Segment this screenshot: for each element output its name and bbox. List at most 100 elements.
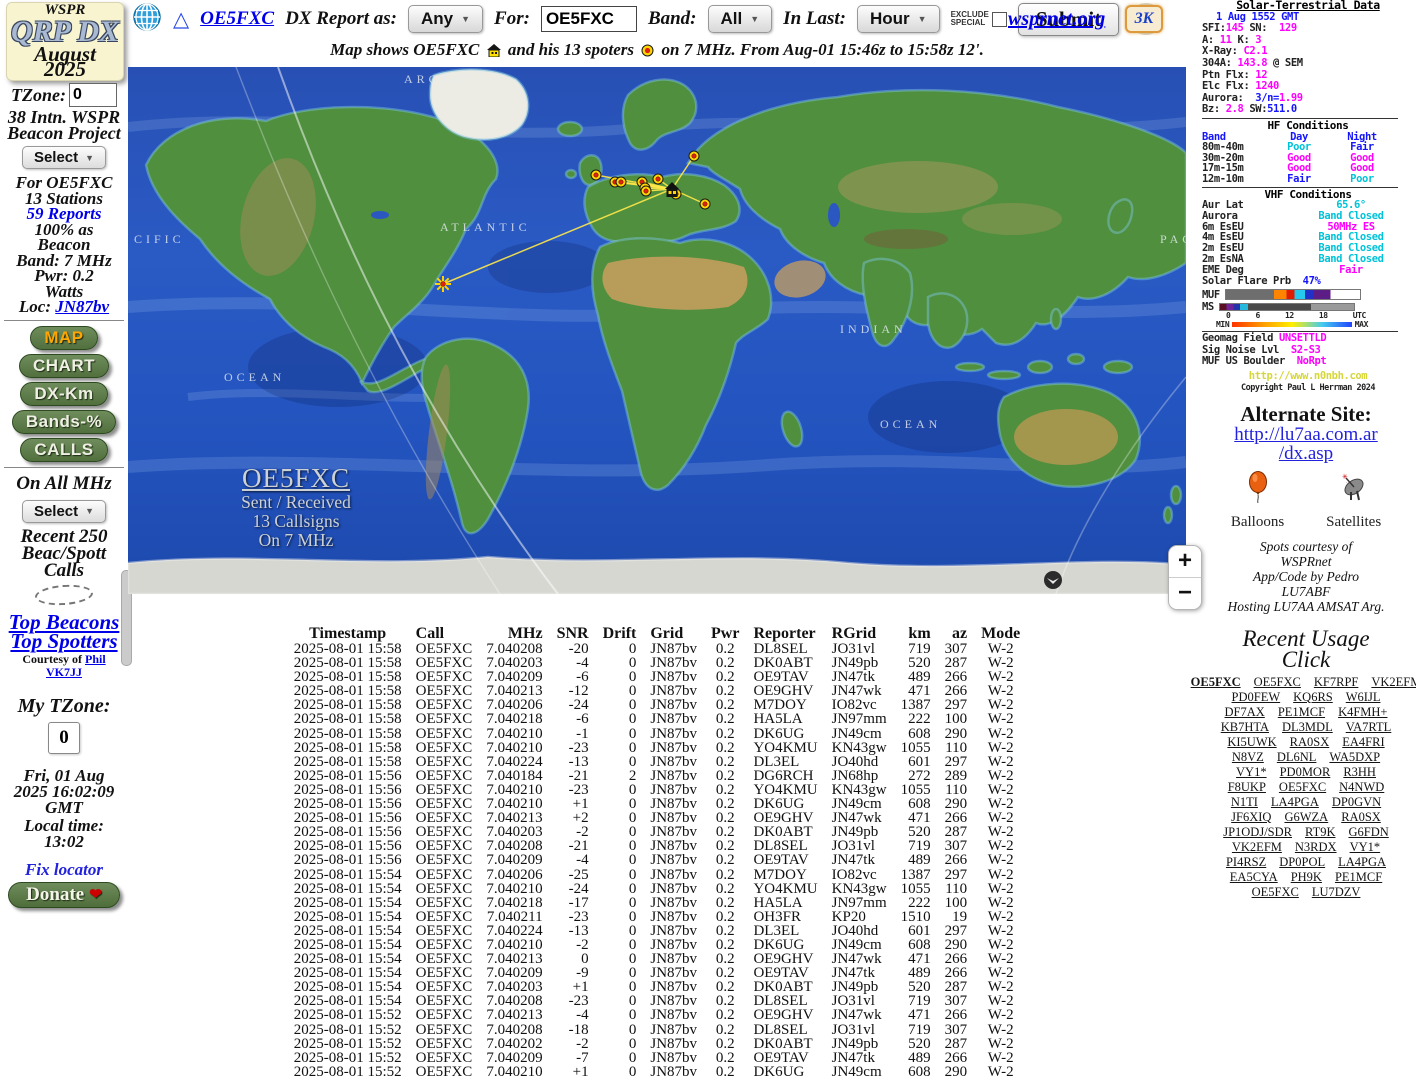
- balloon-icon[interactable]: [1247, 471, 1269, 508]
- map-zoom-control: + −: [1168, 545, 1202, 610]
- all-mhz-select-label: Select: [34, 503, 78, 520]
- recent-usage-link[interactable]: JF6XIQ: [1231, 810, 1271, 825]
- zoom-in-button[interactable]: +: [1169, 546, 1201, 578]
- recent-usage-link[interactable]: PI4RSZ: [1226, 855, 1266, 870]
- recent-usage-link[interactable]: N1TI: [1231, 795, 1258, 810]
- n0nbh-link[interactable]: http://www.n0nbh.com: [1202, 371, 1414, 383]
- spot-row: 2025-08-01 15:56OE5FXC7.040213+20JN87bv0…: [287, 811, 1028, 825]
- band-select-top[interactable]: All ▼: [708, 5, 773, 33]
- recent-usage-link[interactable]: DL3MDL: [1282, 720, 1333, 735]
- recent-usage-link[interactable]: G6WZA: [1284, 810, 1328, 825]
- spotter-marker[interactable]: [641, 186, 651, 196]
- recent-usage-link[interactable]: KF7RPF: [1314, 675, 1358, 690]
- world-map[interactable]: ARCTICATLANTICCIFICOCEANINDIANOCEANPAC O…: [128, 67, 1186, 594]
- ocean-label: INDIAN: [840, 322, 907, 336]
- spot-row: 2025-08-01 15:56OE5FXC7.040209-40JN87bv0…: [287, 853, 1028, 867]
- recent-usage-link[interactable]: KQ6RS: [1293, 690, 1333, 705]
- satellite-dish-icon[interactable]: ✳ ·: [1341, 473, 1367, 508]
- recent-line: Beac/Spott: [0, 545, 128, 562]
- sidebar-button-chart[interactable]: CHART: [19, 354, 109, 378]
- fix-locator-link[interactable]: Fix locator: [0, 860, 128, 880]
- recent-usage-link[interactable]: PD0FEW: [1232, 690, 1281, 705]
- indochina: [928, 293, 967, 347]
- recent-usage-link[interactable]: LA4PGA: [1271, 795, 1319, 810]
- recent-usage-link[interactable]: DL6NL: [1277, 750, 1317, 765]
- recent-usage-link[interactable]: RA0SX: [1341, 810, 1381, 825]
- recent-usage-link[interactable]: OE5FXC: [1252, 885, 1299, 900]
- zoom-out-button[interactable]: −: [1169, 578, 1201, 609]
- recent-usage-link[interactable]: DP0GVN: [1332, 795, 1381, 810]
- spot-row: 2025-08-01 15:54OE5FXC7.040210-240JN87bv…: [287, 882, 1028, 896]
- recent-usage-link[interactable]: K4FMH+: [1338, 705, 1387, 720]
- sidebar-button-map[interactable]: MAP: [30, 326, 97, 350]
- recent-usage-link[interactable]: W6IJL: [1346, 690, 1381, 705]
- recent-usage-link[interactable]: LA4PGA: [1338, 855, 1386, 870]
- tzone-input[interactable]: [69, 83, 117, 107]
- recent-usage-link[interactable]: R3HH: [1343, 765, 1376, 780]
- spotter-marker[interactable]: [616, 177, 626, 187]
- phil-link[interactable]: Phil: [85, 652, 106, 666]
- in-last-value: Hour: [870, 9, 910, 29]
- recent-usage-link[interactable]: VY1*: [1236, 765, 1267, 780]
- recent-usage-link[interactable]: KB7HTA: [1221, 720, 1269, 735]
- recent-usage-link[interactable]: PH9K: [1291, 870, 1322, 885]
- recent-usage-link[interactable]: N4NWD: [1339, 780, 1384, 795]
- recent-usage-link[interactable]: G6FDN: [1348, 825, 1388, 840]
- callsign-input[interactable]: [541, 6, 637, 32]
- recent-usage-link[interactable]: EA4FRI: [1342, 735, 1384, 750]
- wsprnet-link[interactable]: wsprnet.org: [1008, 8, 1105, 31]
- report-type-select[interactable]: Any ▼: [408, 5, 483, 33]
- gmt-datetime: Fri, 01 Aug 2025 16:02:09 GMT: [0, 768, 128, 816]
- recent-usage-link[interactable]: F8UKP: [1228, 780, 1266, 795]
- callsign-link[interactable]: OE5FXC: [200, 8, 274, 30]
- recent-usage-link[interactable]: WA5DXP: [1329, 750, 1380, 765]
- column-header: Reporter: [746, 625, 824, 642]
- recent-usage-link[interactable]: VK2EFM: [1371, 675, 1416, 690]
- alternate-site-link[interactable]: http://lu7aa.com.ar: [1198, 425, 1414, 444]
- recent-usage-link[interactable]: N3RDX: [1295, 840, 1337, 855]
- recent-usage-link[interactable]: OE5FXC: [1254, 675, 1301, 690]
- sidebar-button-bands-[interactable]: Bands-%: [12, 410, 116, 434]
- spotter-marker[interactable]: [700, 199, 710, 209]
- my-tzone-input[interactable]: [48, 722, 80, 754]
- recent-usage-link[interactable]: OE5FXC: [1279, 780, 1326, 795]
- top-spotters-link[interactable]: Top Spotters: [0, 632, 128, 651]
- in-last-select[interactable]: Hour ▼: [857, 5, 940, 33]
- recent-usage-link[interactable]: VK2EFM: [1232, 840, 1282, 855]
- recent-usage-link[interactable]: N8VZ: [1232, 750, 1264, 765]
- recent-usage-link[interactable]: EA5CYA: [1230, 870, 1278, 885]
- locator-link[interactable]: JN87bv: [55, 297, 109, 316]
- sidebar-button-calls[interactable]: CALLS: [20, 438, 107, 462]
- recent-usage-link[interactable]: DP0POL: [1279, 855, 1325, 870]
- recent-usage-link[interactable]: KI5UWK: [1227, 735, 1276, 750]
- spotter-marker[interactable]: [653, 174, 663, 184]
- map-title-start: Map shows OE5FXC: [330, 40, 479, 59]
- alternate-site-link2[interactable]: /dx.asp: [1198, 444, 1414, 463]
- recent-usage-link[interactable]: VY1*: [1350, 840, 1381, 855]
- vk7jj-link[interactable]: VK7JJ: [46, 665, 82, 679]
- recent-usage-link[interactable]: RA0SX: [1290, 735, 1330, 750]
- logo-box: WSPR QRP DX August 2025: [6, 2, 124, 81]
- recent-usage-link[interactable]: LU7DZV: [1312, 885, 1361, 900]
- globe-icon[interactable]: [132, 2, 162, 37]
- all-mhz-select[interactable]: Select ▼: [22, 500, 106, 523]
- sidebar-button-dx-km[interactable]: DX-Km: [20, 382, 107, 406]
- recent-usage-link[interactable]: JP1ODJ/SDR: [1223, 825, 1292, 840]
- recent-usage-link[interactable]: DF7AX: [1225, 705, 1265, 720]
- recent-usage-link[interactable]: RT9K: [1305, 825, 1336, 840]
- chevron-down-icon: ▼: [85, 153, 94, 163]
- borneo: [1028, 361, 1052, 373]
- band-select[interactable]: Select ▼: [22, 146, 106, 169]
- recent-usage-link[interactable]: PD0MOR: [1280, 765, 1331, 780]
- recent-usage-link[interactable]: PE1MCF: [1278, 705, 1325, 720]
- spotter-marker[interactable]: [591, 170, 601, 180]
- recent-usage-link[interactable]: PE1MCF: [1335, 870, 1382, 885]
- triangle-icon[interactable]: △: [173, 9, 189, 30]
- spotter-marker[interactable]: [689, 151, 699, 161]
- donate-button[interactable]: Donate ❤: [8, 882, 120, 908]
- special-marker[interactable]: [435, 276, 451, 292]
- credits-block: Spots courtesy of WSPRnet App/Code by Pe…: [1198, 539, 1414, 614]
- recent-usage-link[interactable]: OE5FXC: [1191, 675, 1241, 690]
- recent-usage-link[interactable]: VA7RTL: [1346, 720, 1392, 735]
- exclude-special-checkbox[interactable]: [992, 12, 1007, 27]
